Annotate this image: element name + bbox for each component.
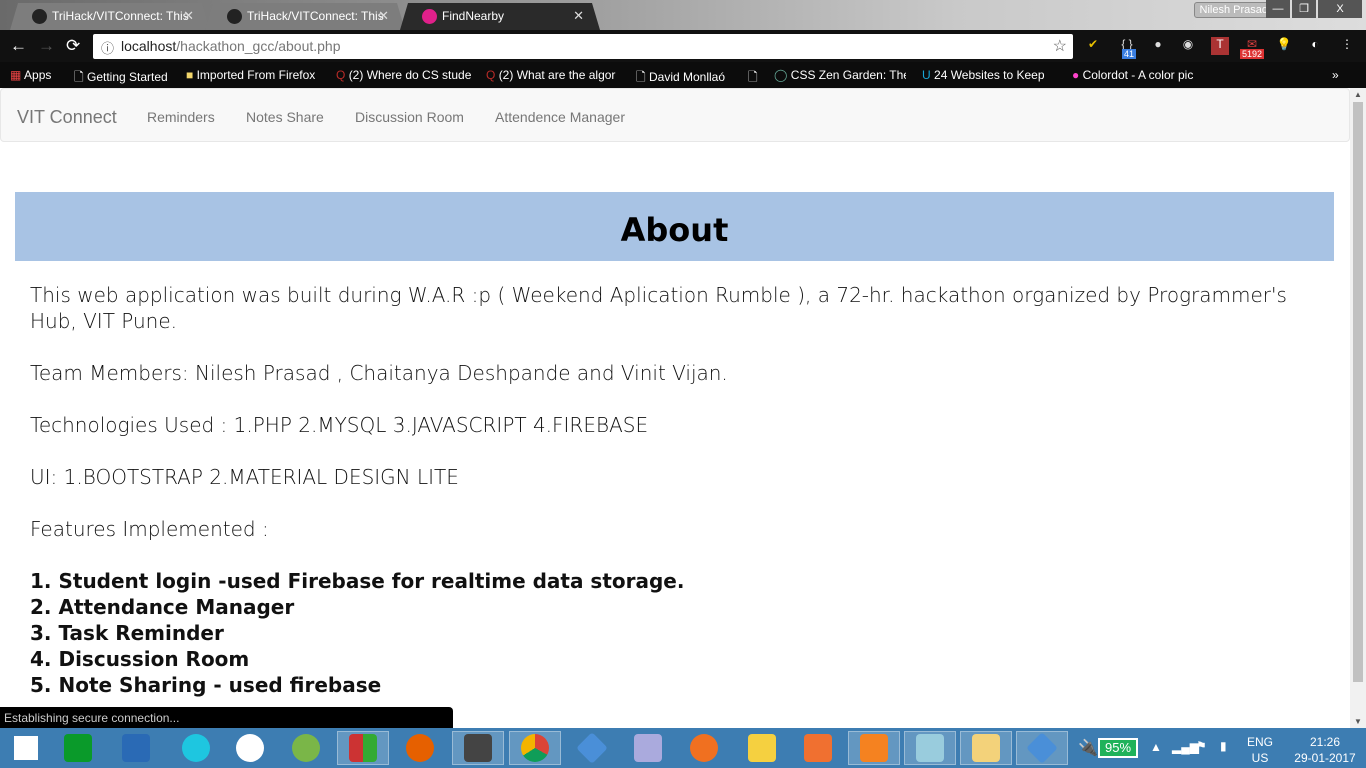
restore-button[interactable]: ❐ (1292, 0, 1316, 18)
back-icon[interactable]: ← (10, 36, 27, 56)
about-content: This web application was built during W.… (30, 282, 1290, 698)
nav-discussion-room[interactable]: Discussion Room (355, 109, 464, 125)
network-icon[interactable]: ▂▄▆ (1172, 740, 1199, 754)
info-icon[interactable]: ⓘ (101, 38, 114, 57)
feature-item: 3. Task Reminder (30, 621, 224, 645)
app-icon (422, 9, 437, 24)
about-header: About (15, 192, 1334, 261)
language-indicator[interactable]: ENG US (1247, 734, 1273, 766)
bulb-icon[interactable]: 💡 (1275, 37, 1293, 55)
bookmark-star-icon[interactable]: ☆ (1053, 36, 1067, 56)
browser-tab[interactable]: TriHack/VITConnect: This ✕ (205, 3, 405, 30)
scrollbar-thumb[interactable] (1353, 102, 1363, 682)
battery-icon[interactable]: ▮ (1220, 739, 1227, 753)
browser-tab[interactable]: TriHack/VITConnect: This ✕ (10, 3, 210, 30)
power-plug-icon[interactable]: 🔌 (1078, 738, 1098, 758)
bookmark[interactable]: 🗋 (748, 68, 760, 89)
feature-item: 5. Note Sharing - used firebase (30, 673, 382, 697)
intro-text: This web application was built during W.… (30, 283, 1287, 333)
menu-icon[interactable]: ⋮ (1338, 37, 1356, 55)
firefox-icon[interactable] (394, 731, 446, 765)
scrollbar[interactable]: ▲ ▼ (1350, 88, 1366, 728)
ui-text: UI: 1.BOOTSTRAP 2.MATERIAL DESIGN LITE (30, 465, 459, 489)
more-bookmarks-icon[interactable]: » (1332, 68, 1339, 82)
forward-icon[interactable]: → (38, 36, 55, 56)
shareit-icon[interactable] (170, 731, 222, 765)
chrome-icon[interactable] (509, 731, 561, 765)
browser-toolbar: ← → ⟳ ⓘ localhost/hackathon_gcc/about.ph… (0, 30, 1366, 62)
show-hidden-icons[interactable]: ▲ (1150, 740, 1162, 754)
screenshot-icon[interactable] (792, 731, 844, 765)
bookmark[interactable]: U 24 Websites to Keep (922, 68, 1054, 82)
nav-attendence-manager[interactable]: Attendence Manager (495, 109, 625, 125)
profile-button[interactable]: Nilesh Prasad (1193, 2, 1274, 18)
dark-circle-icon[interactable]: ◐ (1306, 37, 1324, 55)
github-desktop-icon[interactable] (224, 731, 276, 765)
tech-text: Technologies Used : 1.PHP 2.MYSQL 3.JAVA… (30, 413, 649, 437)
media-player-icon[interactable] (678, 731, 730, 765)
android-studio-icon[interactable] (280, 731, 332, 765)
flag-icon[interactable]: ⚑ (1196, 739, 1207, 753)
foxit-pdf-icon[interactable] (848, 731, 900, 765)
windows-start-icon[interactable] (0, 731, 52, 765)
explorer-icon[interactable] (960, 731, 1012, 765)
feature-item: 4. Discussion Room (30, 647, 250, 671)
git-icon[interactable] (566, 731, 618, 765)
feature-item: 1. Student login -used Firebase for real… (30, 569, 685, 593)
nav-reminders[interactable]: Reminders (147, 109, 215, 125)
bookmark[interactable]: ● Colordot - A color pic (1072, 68, 1207, 82)
tab-strip: TriHack/VITConnect: This ✕ TriHack/VITCon… (0, 0, 1366, 30)
norton-icon[interactable]: ✔ (1084, 37, 1102, 55)
circle-icon[interactable]: ◉ (1179, 37, 1197, 55)
ninja-icon[interactable]: ● (1149, 37, 1167, 55)
battery-indicator[interactable]: 95% (1098, 738, 1138, 758)
virtualbox-icon[interactable] (622, 731, 674, 765)
features-heading: Features Implemented : (30, 517, 269, 541)
bookmark[interactable]: 🗋 Getting Started (74, 68, 174, 89)
close-window-button[interactable]: X (1318, 0, 1362, 18)
t-icon[interactable]: T (1211, 37, 1229, 55)
minimize-button[interactable]: — (1266, 0, 1290, 18)
navbar-brand[interactable]: VIT Connect (17, 107, 117, 128)
page-viewport: VIT Connect Reminders Notes Share Discus… (0, 88, 1350, 728)
navbar: VIT Connect Reminders Notes Share Discus… (0, 88, 1350, 142)
team-text: Team Members: Nilesh Prasad , Chaitanya … (30, 361, 728, 385)
nav-notes-share[interactable]: Notes Share (246, 109, 324, 125)
github-icon (227, 9, 242, 24)
sublime-icon[interactable] (452, 731, 504, 765)
bookmark-apps[interactable]: ▦ Apps (10, 68, 51, 82)
powershell-icon[interactable] (110, 731, 162, 765)
bookmarks-bar: ▦ Apps 🗋 Getting Started ■ Imported From… (0, 62, 1366, 88)
bookmark[interactable]: 🗋 David Monllaó (636, 68, 741, 89)
status-bubble: Establishing secure connection... (0, 707, 453, 728)
bookmark-folder[interactable]: ■ Imported From Firefox (186, 68, 321, 82)
git-icon[interactable] (1016, 731, 1068, 765)
taskbar: 🔌 95% ▲ ▂▄▆ ⚑ ▮ ENG US 21:26 29-01-2017 (0, 728, 1366, 768)
bookmark[interactable]: Q (2) What are the algor (486, 68, 621, 82)
bookmark[interactable]: ◯ CSS Zen Garden: The (774, 68, 906, 82)
store-icon[interactable] (52, 731, 104, 765)
clock[interactable]: 21:26 29-01-2017 (1290, 734, 1360, 766)
sticky-pin-icon[interactable] (736, 731, 788, 765)
reload-icon[interactable]: ⟳ (66, 36, 80, 56)
feature-item: 2. Attendance Manager (30, 595, 295, 619)
windows-icon[interactable] (337, 731, 389, 765)
close-tab-icon[interactable]: ✕ (573, 8, 584, 24)
close-tab-icon[interactable]: ✕ (183, 8, 194, 24)
close-tab-icon[interactable]: ✕ (378, 8, 389, 24)
bookmark[interactable]: Q (2) Where do CS stude (336, 68, 471, 82)
address-bar[interactable]: ⓘ localhost/hackathon_gcc/about.php ☆ (93, 34, 1073, 59)
page-title: About (620, 211, 729, 249)
github-icon (32, 9, 47, 24)
browser-tab-active[interactable]: FindNearby ✕ (400, 3, 600, 30)
notepad-icon[interactable] (904, 731, 956, 765)
